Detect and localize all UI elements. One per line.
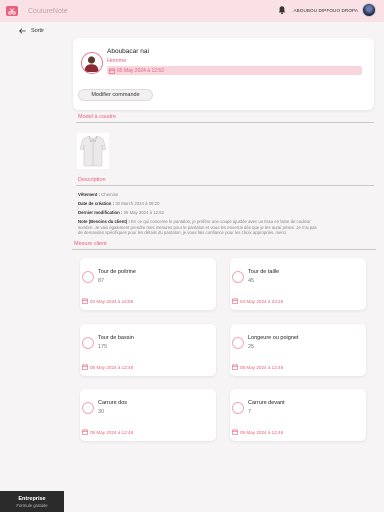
garment-image[interactable]	[77, 133, 109, 169]
calendar-icon	[232, 364, 238, 370]
back-button[interactable]: Sortir	[19, 28, 44, 34]
measure-label: Tour de poitrine	[98, 269, 136, 275]
divider	[76, 185, 374, 186]
measure-indicator	[232, 402, 244, 414]
measure-indicator	[82, 402, 94, 414]
client-name: Aboubacar nai	[107, 48, 149, 55]
measure-date: 05 May 2024 à 12:48	[82, 429, 133, 435]
arrow-left-icon	[19, 28, 26, 34]
created-row: Date de création : 30 March 2024 à 08:20	[78, 201, 159, 206]
measure-date-text: 04 May 2024 à 23:25	[240, 298, 284, 304]
measure-value: 175	[98, 344, 108, 350]
model-section-title: Model à coudre	[78, 114, 116, 120]
measure-indicator	[232, 271, 244, 283]
modified-value: 05 May 2024 à 12:52	[123, 210, 164, 215]
measure-date-text: 05 May 2024 à 12:48	[90, 429, 134, 435]
note-line-1: En ce qui concerne le pantalon, je préfè…	[131, 219, 311, 224]
description-title: Description	[78, 177, 106, 183]
measure-value: 45	[248, 278, 255, 284]
measure-card[interactable]: Tour de poitrine 87 03 May 2024 à 16:58	[80, 258, 216, 310]
scissors-icon[interactable]	[6, 6, 18, 16]
created-label: Date de création :	[78, 201, 115, 206]
client-date-text: 05 May 2024 à 12:52	[117, 67, 164, 74]
plan-name: Entreprise	[18, 495, 46, 502]
measure-date: 03 May 2024 à 16:58	[82, 298, 133, 304]
calendar-icon	[232, 429, 238, 435]
user-avatar[interactable]	[362, 3, 376, 17]
client-gender: Homme	[107, 58, 127, 64]
measure-label: Tour de taille	[248, 269, 280, 275]
measure-value: 87	[98, 278, 105, 284]
measure-indicator	[82, 271, 94, 283]
created-value: 30 March 2024 à 08:20	[115, 201, 160, 206]
measure-date-text: 05 May 2024 à 12:48	[240, 429, 284, 435]
note-line-2: sombre. Je vais également prendre mes me…	[78, 224, 317, 230]
calendar-icon	[82, 429, 88, 435]
calendar-icon	[82, 298, 88, 304]
measure-date: 05 May 2024 à 12:48	[82, 364, 133, 370]
measure-value: 25	[248, 344, 255, 350]
measure-card[interactable]: Tour de taille 45 04 May 2024 à 23:25	[230, 258, 366, 310]
divider	[76, 122, 374, 123]
measure-value: 30	[98, 409, 105, 415]
divider	[72, 249, 376, 250]
measure-date-text: 05 May 2024 à 12:48	[90, 364, 134, 370]
measure-indicator	[82, 337, 94, 349]
measure-date: 05 May 2024 à 12:48	[232, 364, 283, 370]
client-date: 05 May 2024 à 12:52	[107, 66, 362, 75]
measure-date: 04 May 2024 à 23:25	[232, 298, 283, 304]
measure-label: Longeure ou poignet	[248, 335, 299, 341]
bell-icon[interactable]	[277, 5, 287, 15]
calendar-icon	[109, 67, 115, 74]
measure-date: 05 May 2024 à 12:48	[232, 429, 283, 435]
measure-date-text: 05 May 2024 à 12:48	[240, 364, 284, 370]
measure-card[interactable]: Carrure devant 7 05 May 2024 à 12:48	[230, 389, 366, 441]
client-avatar	[81, 52, 103, 74]
garment-label: Vêtement :	[78, 192, 100, 197]
modified-label: Dernier modification :	[78, 210, 123, 215]
garment-value: Chemise	[101, 192, 119, 197]
plan-badge[interactable]: Entreprise Formule gratuite	[0, 491, 64, 512]
measure-value: 7	[248, 409, 252, 415]
measure-card[interactable]: Tour de bassin 175 05 May 2024 à 12:48	[80, 324, 216, 376]
measures-title: Mesure client	[74, 241, 107, 247]
measure-label: Carrure dos	[98, 400, 128, 406]
measure-label: Carrure devant	[248, 400, 285, 406]
note-line-3: de demandes spécifiques pour les détails…	[78, 230, 287, 235]
back-label: Sortir	[31, 28, 45, 34]
note-label: Note (Besoins du client) :	[78, 219, 130, 224]
modify-order-button[interactable]: Modifier commande	[78, 89, 153, 101]
measure-card[interactable]: Carrure dos 30 05 May 2024 à 12:48	[80, 389, 216, 441]
measure-date-text: 03 May 2024 à 16:58	[90, 298, 134, 304]
plan-subtitle: Formule gratuite	[16, 502, 48, 508]
app-name: CoutureNote	[28, 7, 68, 15]
top-bar: CoutureNote ABOUBOU DIPFOUO DROPA	[0, 0, 384, 22]
measure-card[interactable]: Longeure ou poignet 25 05 May 2024 à 12:…	[230, 324, 366, 376]
calendar-icon	[82, 364, 88, 370]
garment-row: Vêtement : Chemise	[78, 192, 118, 197]
note-row: Note (Besoins du client) : En ce qui con…	[78, 219, 376, 224]
modified-row: Dernier modification : 05 May 2024 à 12:…	[78, 210, 164, 215]
measure-indicator	[232, 337, 244, 349]
calendar-icon	[232, 298, 238, 304]
username: ABOUBOU DIPFOUO DROPA	[293, 7, 358, 13]
measure-label: Tour de bassin	[98, 335, 134, 341]
client-card: Aboubacar nai Homme 05 May 2024 à 12:52 …	[73, 38, 374, 110]
